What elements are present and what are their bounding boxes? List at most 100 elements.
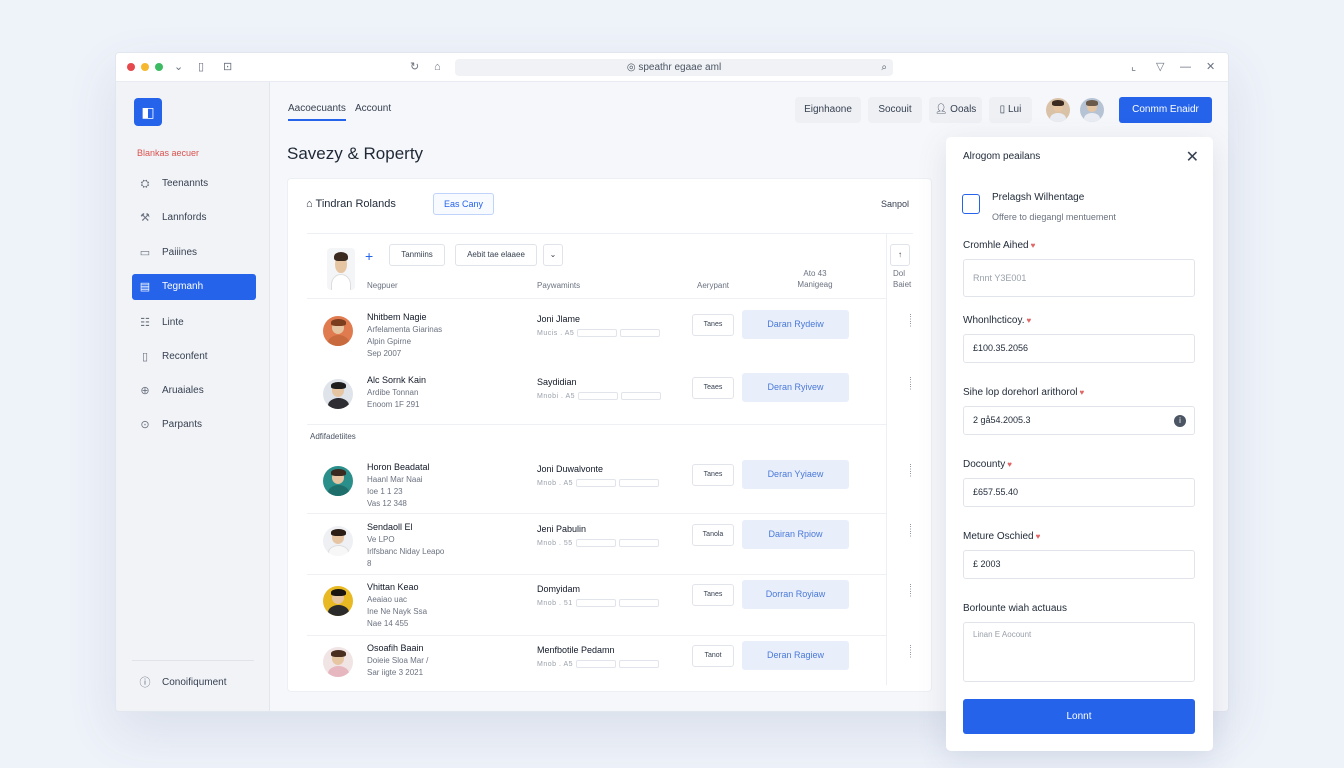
- sidebar-item-aruaiales[interactable]: ⊕ Aruaiales: [132, 378, 256, 404]
- field-label-text: Docounty: [963, 459, 1006, 470]
- table-row[interactable]: Vhittan Keao Aeaiao uac Ine Ne Nayk Ssa …: [307, 580, 914, 636]
- row-action-button[interactable]: Deran Ryivew: [742, 373, 849, 402]
- toolbar-button-2[interactable]: Aebit tae elaaee: [455, 244, 537, 266]
- tenant-name: Osoafih Baain: [367, 643, 424, 653]
- row-action-button[interactable]: Daran Rydeiw: [742, 310, 849, 339]
- maximize-window-dot[interactable]: [155, 63, 163, 71]
- sidebar-item-configuration[interactable]: ⓘ Conoifiqument: [132, 670, 256, 696]
- table-row[interactable]: Nhitbem Nagie Arfelamenta Giarinas Alpin…: [307, 310, 914, 366]
- table-row[interactable]: Sendaoll El Ve LPO Irlfsbanc Niday Leapo…: [307, 520, 914, 576]
- shield-icon[interactable]: ▽: [1156, 60, 1164, 74]
- minimize-window-dot[interactable]: [141, 63, 149, 71]
- field-input-3[interactable]: 2 gå54.2005.3 i: [963, 406, 1195, 435]
- sidebar-item-parpants[interactable]: ⊙ Parpants: [132, 412, 256, 438]
- table-row[interactable]: Alc Sornk Kain Ardibe Tonnan Enoom 1F 29…: [307, 373, 914, 429]
- tab-aacoecuants[interactable]: Aacoecuants: [288, 103, 346, 121]
- property-meta: Mnobi . A5: [537, 392, 662, 400]
- more-options-icon[interactable]: ⋮ ⋮: [907, 524, 914, 538]
- badge-button[interactable]: Eas Cany: [433, 193, 494, 215]
- sidebar-item-label: Paiiines: [162, 247, 198, 258]
- sidebar-item-reconfent[interactable]: ▯ Reconfent: [132, 344, 256, 370]
- avatar[interactable]: [1046, 98, 1070, 122]
- tenant-detail: Irlfsbanc Niday Leapo: [367, 547, 445, 556]
- status-button[interactable]: Tanes: [692, 464, 734, 486]
- property-name: Jeni Pabulin: [537, 524, 587, 534]
- info-icon: ⓘ: [139, 677, 151, 689]
- submit-button[interactable]: Lonnt: [963, 699, 1195, 734]
- row-action-button[interactable]: Deran Ragiew: [742, 641, 849, 670]
- toolbar-button-1[interactable]: Tanmiins: [389, 244, 445, 266]
- tenant-detail: Arfelamenta Giarinas: [367, 325, 443, 334]
- field-input-1[interactable]: Rnnt Y3E001: [963, 259, 1195, 297]
- primary-action-button[interactable]: Conmm Enaidr: [1119, 97, 1212, 123]
- column-header-tenant[interactable]: Negpuer: [367, 280, 398, 291]
- header-button-1[interactable]: Eignhaone: [795, 97, 861, 123]
- column-header-extra[interactable]: Dol Baiet: [893, 268, 911, 290]
- sidebar-item-paiiines[interactable]: ▭ Paiiines: [132, 240, 256, 266]
- property-name: Saydidian: [537, 377, 577, 387]
- close-icon[interactable]: ✕: [1186, 147, 1199, 167]
- column-header-amount[interactable]: Aerypant: [697, 280, 729, 291]
- minimize-icon[interactable]: —: [1180, 60, 1191, 74]
- row-action-button[interactable]: Deran Yyiaew: [742, 460, 849, 489]
- close-icon[interactable]: ✕: [1206, 60, 1215, 74]
- field-label-text: Whonlhcticoy.: [963, 315, 1025, 326]
- sidebar-item-linte[interactable]: ☷ Linte: [132, 310, 256, 336]
- row-action-button[interactable]: Dorran Royiaw: [742, 580, 849, 609]
- table-row[interactable]: Osoafih Baain Doieie Sloa Mar / Sar iigt…: [307, 641, 914, 697]
- sidebar-item-lannfords[interactable]: ⚒ Lannfords: [132, 205, 256, 231]
- more-options-icon[interactable]: ⋮ ⋮: [907, 645, 914, 659]
- field-input-4[interactable]: £657.55.40: [963, 478, 1195, 507]
- card-icon: ▭: [139, 247, 151, 259]
- card-link[interactable]: Sanpol: [881, 199, 909, 209]
- avatar[interactable]: [1080, 98, 1104, 122]
- header-button-4[interactable]: ▯ Lui: [989, 97, 1032, 123]
- tenant-detail: Aeaiao uac: [367, 595, 408, 604]
- sidebar-item-teenannts[interactable]: ⛭ Teenannts: [132, 171, 256, 197]
- chevron-down-icon[interactable]: ⌄: [543, 244, 563, 266]
- more-options-icon[interactable]: ⋮ ⋮: [907, 464, 914, 478]
- field-label-text: Meture Oschied: [963, 531, 1034, 542]
- more-options-icon[interactable]: ⋮ ⋮: [907, 584, 914, 598]
- address-bar[interactable]: ◎ speathr egaae aml ⌕: [455, 59, 893, 76]
- more-options-icon[interactable]: ⋮ ⋮: [907, 377, 914, 391]
- status-button[interactable]: Tanot: [692, 645, 734, 667]
- sidebar: ◧ Blankas aecuer ⛭ Teenannts ⚒ Lannfords…: [116, 82, 270, 711]
- app-logo-icon[interactable]: ◧: [134, 98, 162, 126]
- table-row[interactable]: Horon Beadatal Haanl Mar Naai Ioe 1 1 23…: [307, 460, 914, 516]
- avatar: [323, 586, 353, 616]
- home-icon[interactable]: ⌂: [434, 60, 441, 74]
- status-button[interactable]: Tanes: [692, 584, 734, 606]
- field-input-5[interactable]: £ 2003: [963, 550, 1195, 579]
- row-action-button[interactable]: Dairan Rpiow: [742, 520, 849, 549]
- sidebar-toggle-icon[interactable]: ▯: [198, 60, 204, 74]
- add-icon[interactable]: +: [365, 248, 373, 264]
- lock-icon: ◎: [626, 62, 639, 73]
- status-button[interactable]: Teaes: [692, 377, 734, 399]
- more-options-icon[interactable]: ⋮ ⋮: [907, 314, 914, 328]
- reload-icon[interactable]: ↻: [410, 60, 419, 74]
- status-button[interactable]: Tanola: [692, 524, 734, 546]
- option-checkbox[interactable]: [962, 194, 980, 214]
- tab-account[interactable]: Account: [355, 103, 391, 114]
- status-button[interactable]: Tanes: [692, 314, 734, 336]
- bookmark-icon[interactable]: ⌞: [1131, 60, 1136, 74]
- textarea-label: Borlounte wiah actuaus: [963, 603, 1067, 614]
- header-button-3[interactable]: 👤︎ Ooals: [929, 97, 982, 123]
- notes-textarea[interactable]: Linan E Aocount: [963, 622, 1195, 682]
- arrow-up-icon[interactable]: ↑: [890, 244, 910, 266]
- info-icon[interactable]: i: [1174, 415, 1186, 427]
- close-window-dot[interactable]: [127, 63, 135, 71]
- doc-icon: ▯: [999, 104, 1008, 115]
- search-icon[interactable]: ⌕: [881, 59, 887, 76]
- field-label: Sihe lop dorehorl arithorol ♥: [963, 387, 1085, 398]
- header-button-2[interactable]: Socouit: [868, 97, 922, 123]
- chevron-icon[interactable]: ⌄: [174, 60, 183, 74]
- column-header-status[interactable]: Ato 43 Manigeag: [795, 268, 835, 290]
- avatar: [323, 379, 353, 409]
- tabs-icon[interactable]: ⊡: [223, 60, 232, 74]
- tenants-card: ⌂ Tindran Rolands Eas Cany Sanpol + Tanm…: [287, 178, 932, 692]
- column-header-property[interactable]: Paywamints: [537, 280, 580, 291]
- sidebar-item-tegmanh[interactable]: ▤ Tegmanh: [132, 274, 256, 300]
- field-input-2[interactable]: £100.35.2056: [963, 334, 1195, 363]
